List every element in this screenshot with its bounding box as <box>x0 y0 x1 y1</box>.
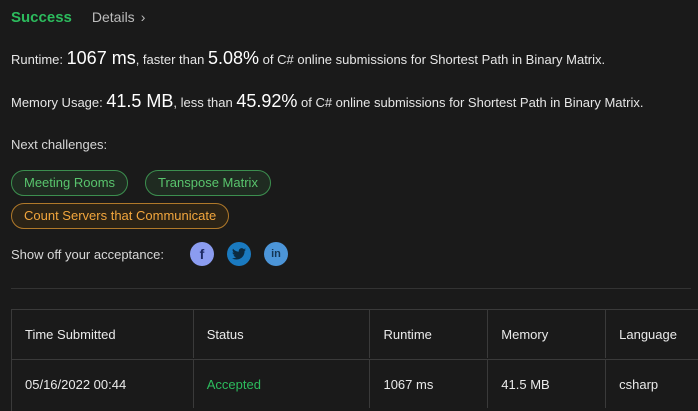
accepted-link[interactable]: Accepted <box>207 377 261 392</box>
section-divider <box>11 288 691 289</box>
column-header-time[interactable]: Time Submitted <box>12 310 194 358</box>
twitter-icon[interactable] <box>226 242 251 266</box>
share-row: Show off your acceptance: f in <box>11 241 301 267</box>
cell-runtime: 1067 ms <box>370 360 489 408</box>
linkedin-icon[interactable]: in <box>263 242 288 266</box>
column-header-language[interactable]: Language <box>606 310 698 358</box>
next-challenges-label: Next challenges: <box>11 137 108 152</box>
result-header: Success Details › <box>11 7 145 27</box>
runtime-suffix: of C# online submissions for Shortest Pa… <box>262 52 606 67</box>
runtime-value: 1067 ms <box>66 48 136 68</box>
challenge-transpose-matrix[interactable]: Transpose Matrix <box>145 170 271 196</box>
challenge-meeting-rooms[interactable]: Meeting Rooms <box>11 170 129 196</box>
runtime-label: Runtime: <box>11 52 64 67</box>
details-label: Details <box>91 9 135 25</box>
cell-status: Accepted <box>194 360 371 408</box>
share-label: Show off your acceptance: <box>11 246 164 262</box>
success-status: Success <box>11 8 72 26</box>
column-header-status[interactable]: Status <box>194 310 371 358</box>
runtime-compare: , faster than <box>135 52 205 67</box>
runtime-percent: 5.08% <box>207 48 260 68</box>
cell-time-submitted: 05/16/2022 00:44 <box>12 360 194 408</box>
column-header-runtime[interactable]: Runtime <box>370 310 489 358</box>
column-header-memory[interactable]: Memory <box>488 310 607 358</box>
memory-label: Memory Usage: <box>11 95 103 110</box>
chevron-right-icon: › <box>140 9 146 25</box>
facebook-icon[interactable]: f <box>189 242 214 266</box>
memory-percent: 45.92% <box>236 91 298 111</box>
runtime-line: Runtime: 1067 ms, faster than 5.08% of C… <box>11 48 605 69</box>
memory-suffix: of C# online submissions for Shortest Pa… <box>301 95 644 110</box>
submission-result-page: Success Details › Runtime: 1067 ms, fast… <box>0 0 698 411</box>
details-link[interactable]: Details › <box>92 9 145 25</box>
table-header-row: Time Submitted Status Runtime Memory Lan… <box>12 310 698 358</box>
cell-language: csharp <box>619 376 659 392</box>
memory-value: 41.5 MB <box>106 91 174 111</box>
challenge-count-servers[interactable]: Count Servers that Communicate <box>11 203 230 229</box>
memory-line: Memory Usage: 41.5 MB, less than 45.92% … <box>11 91 643 112</box>
memory-compare: , less than <box>173 95 233 110</box>
table-row: 05/16/2022 00:44 Accepted 1067 ms 41.5 M… <box>12 359 698 408</box>
cell-memory: 41.5 MB <box>488 360 607 408</box>
submissions-table: Time Submitted Status Runtime Memory Lan… <box>11 309 698 411</box>
